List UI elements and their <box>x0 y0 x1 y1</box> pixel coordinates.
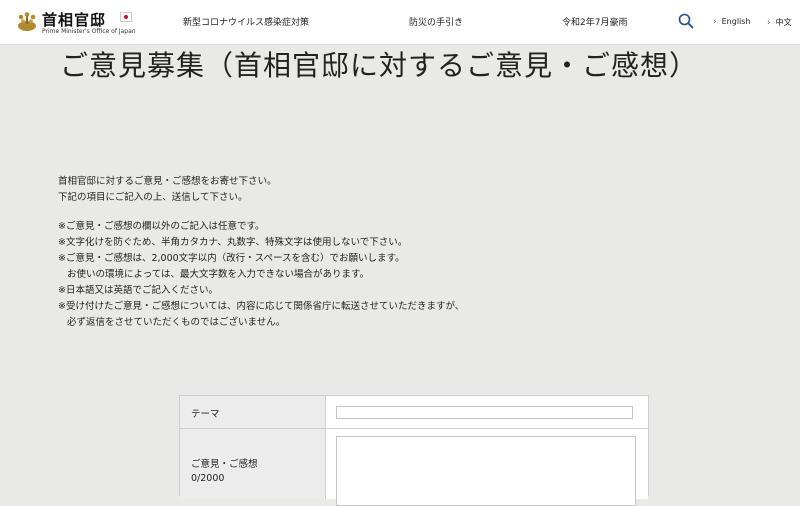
note-line: お使いの環境によっては、最大文字数を入力できない場合があります。 <box>67 269 370 280</box>
note-line: ※ご意見・ご感想は、2,000文字以内（改行・スペースを含む）でお願いします。 <box>58 253 405 264</box>
chevron-right-icon: › <box>767 18 771 28</box>
nav-link-disaster-guide[interactable]: 防災の手引き <box>409 15 463 28</box>
opinion-label-cell: ご意見・ご感想 0/2000 <box>180 429 326 499</box>
language-label: English <box>721 17 751 26</box>
intro-line: 首相官邸に対するご意見・ご感想をお寄せ下さい。 <box>58 176 277 187</box>
form-row-opinion: ご意見・ご感想 0/2000 <box>180 429 648 506</box>
note-line: ※日本語又は英語でご記入ください。 <box>58 285 218 296</box>
note-line: ※文字化けを防ぐため、半角カタカナ、丸数字、特殊文字は使用しないで下さい。 <box>58 237 408 248</box>
nav-link-covid19[interactable]: 新型コロナウイルス感染症対策 <box>183 15 309 28</box>
theme-label-cell: テーマ <box>180 396 326 428</box>
page-title: ご意見募集（首相官邸に対するご意見・ご感想） <box>60 49 699 82</box>
form-row-theme: テーマ <box>180 396 648 429</box>
opinion-textarea[interactable] <box>336 436 636 506</box>
language-link-chinese[interactable]: › 中文 <box>767 17 792 28</box>
char-count: 0/2000 <box>191 473 225 484</box>
logo-subtitle: Prime Minister's Office of Japan <box>42 28 136 35</box>
theme-field-cell <box>326 396 648 428</box>
theme-label: テーマ <box>191 409 220 420</box>
chevron-right-icon: › <box>713 17 717 27</box>
language-label: 中文 <box>775 18 792 27</box>
note-line: ※ご意見・ご感想の欄以外のご記入は任意です。 <box>58 221 265 232</box>
logo-title: 首相官邸 <box>42 11 107 29</box>
note-line: ※受け付けたご意見・ご感想については、内容に応じて関係省庁に転送させていただきま… <box>58 301 465 312</box>
note-line: 必ず返信をさせていただくものではございません。 <box>67 317 286 328</box>
language-link-english[interactable]: › English <box>713 17 751 27</box>
intro-line: 下記の項目にご記入の上、送信して下さい。 <box>58 192 248 203</box>
opinion-label: ご意見・ご感想 <box>191 459 258 470</box>
intro-text: 首相官邸に対するご意見・ご感想をお寄せ下さい。 下記の項目にご記入の上、送信して… <box>58 174 758 206</box>
japan-flag-icon <box>120 12 132 22</box>
paulownia-emblem-icon <box>18 12 36 31</box>
theme-input[interactable] <box>336 406 633 419</box>
nav-link-july-heavy-rain[interactable]: 令和2年7月豪雨 <box>562 15 627 28</box>
opinion-field-cell <box>326 429 648 506</box>
site-header: 首相官邸 Prime Minister's Office of Japan 新型… <box>0 0 800 45</box>
search-icon[interactable] <box>678 13 694 29</box>
site-logo[interactable]: 首相官邸 Prime Minister's Office of Japan <box>16 9 136 37</box>
notes-list: ※ご意見・ご感想の欄以外のご記入は任意です。 ※文字化けを防ぐため、半角カタカナ… <box>58 219 778 331</box>
feedback-form: テーマ ご意見・ご感想 0/2000 <box>179 395 649 506</box>
